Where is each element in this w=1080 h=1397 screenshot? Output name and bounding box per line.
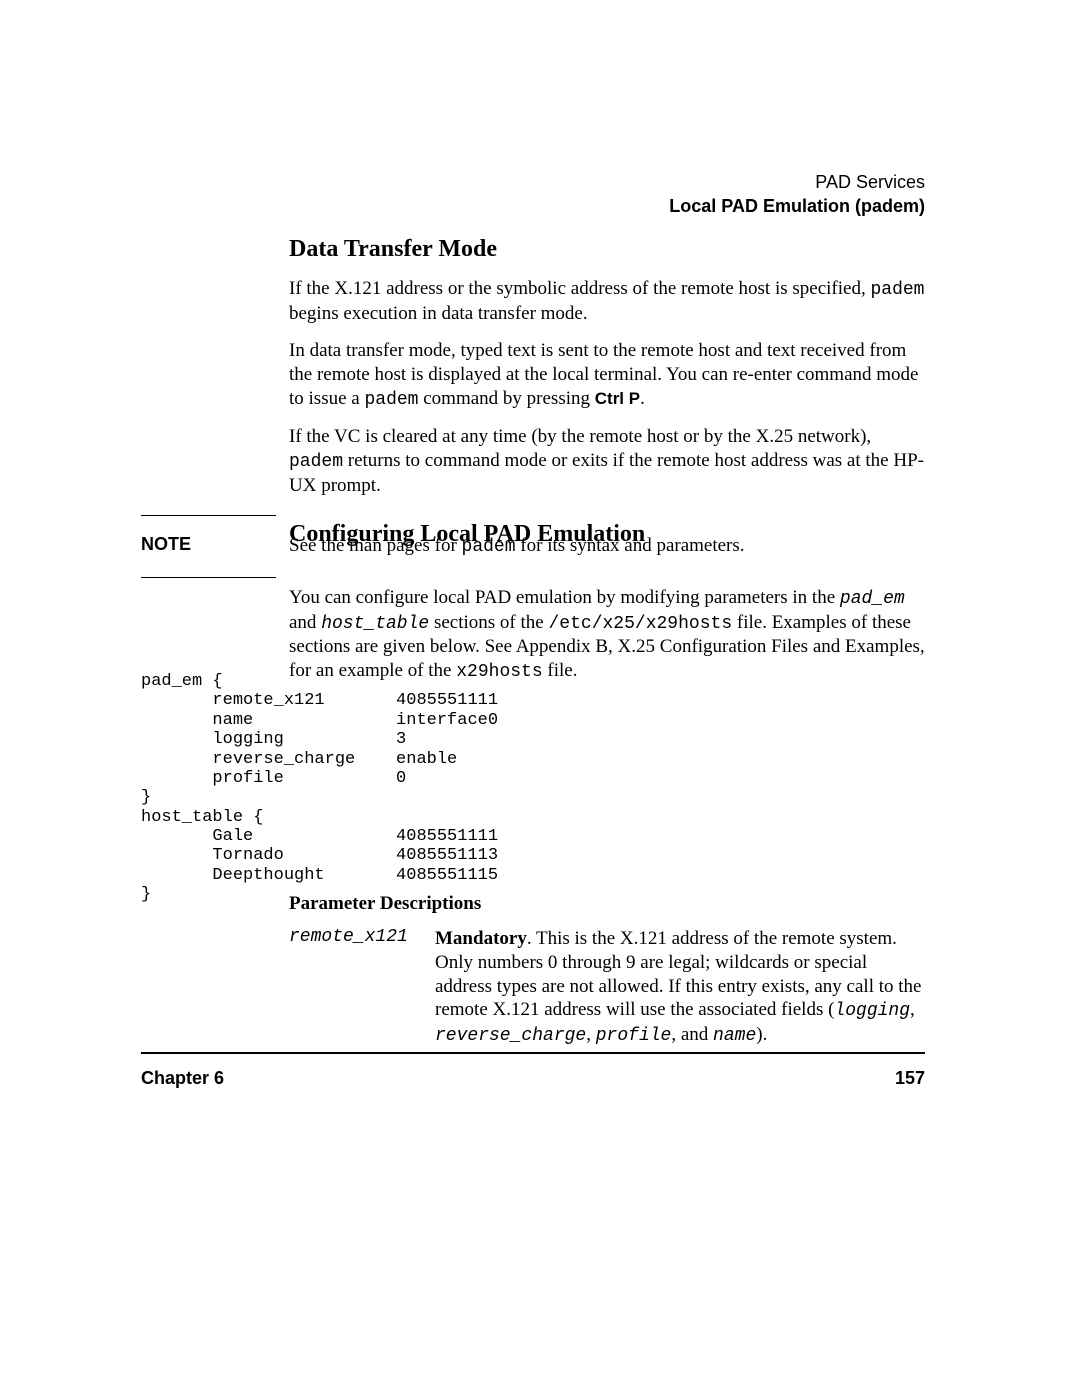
- note-rule-bottom: [141, 577, 276, 578]
- after-code: Parameter Descriptions remote_x121 Manda…: [289, 893, 925, 1047]
- param-row: remote_x121 Mandatory. This is the X.121…: [289, 927, 925, 1047]
- text: sections of the: [429, 612, 548, 633]
- text: , and: [671, 1024, 713, 1045]
- paragraph-4: You can configure local PAD emulation by…: [289, 586, 925, 683]
- inline-code-ital: profile: [596, 1026, 672, 1046]
- inline-code-ital: logging: [834, 1001, 910, 1021]
- text: You can configure local PAD emulation by…: [289, 587, 840, 608]
- inline-code: padem: [870, 280, 924, 300]
- running-header: PAD Services Local PAD Emulation (padem): [669, 170, 925, 219]
- note-label: NOTE: [141, 534, 289, 555]
- heading-data-transfer: Data Transfer Mode: [289, 236, 925, 263]
- paragraph-3: If the VC is cleared at any time (by the…: [289, 425, 925, 497]
- text: ,: [586, 1024, 596, 1045]
- inline-code: padem: [289, 452, 343, 472]
- param-description: Mandatory. This is the X.121 address of …: [435, 927, 925, 1047]
- text: begins execution in data transfer mode.: [289, 303, 588, 324]
- text: .: [640, 388, 645, 409]
- note-row: NOTE See the man pages for padem for its…: [141, 534, 925, 559]
- inline-code-ital: reverse_charge: [435, 1026, 586, 1046]
- text: returns to command mode or exits if the …: [289, 450, 924, 496]
- header-section: PAD Services: [669, 170, 925, 194]
- inline-code-ital: host_table: [321, 614, 429, 634]
- header-subsection: Local PAD Emulation (padem): [669, 194, 925, 218]
- footer-page-number: 157: [895, 1068, 925, 1089]
- param-name: remote_x121: [289, 927, 413, 947]
- text: ,: [910, 999, 915, 1020]
- inline-code: padem: [364, 390, 418, 410]
- code-listing: pad_em { remote_x121 4085551111 name int…: [141, 672, 498, 905]
- param-mandatory: Mandatory: [435, 928, 527, 949]
- inline-code: /etc/x25/x29hosts: [548, 614, 732, 634]
- text: If the VC is cleared at any time (by the…: [289, 426, 871, 447]
- inline-code-ital: pad_em: [840, 589, 905, 609]
- page: PAD Services Local PAD Emulation (padem)…: [0, 0, 1080, 1397]
- text: See the man pages for: [289, 535, 462, 556]
- body-column: Data Transfer Mode If the X.121 address …: [289, 236, 925, 562]
- footer-rule: [141, 1052, 925, 1054]
- keystroke: Ctrl P: [595, 389, 640, 408]
- inline-code: padem: [462, 537, 516, 557]
- note-block: NOTE See the man pages for padem for its…: [141, 515, 925, 578]
- text: If the X.121 address or the symbolic add…: [289, 278, 870, 299]
- footer: Chapter 6 157: [141, 1068, 925, 1089]
- inline-code-ital: name: [713, 1026, 756, 1046]
- text: ).: [756, 1024, 767, 1045]
- note-text: See the man pages for padem for its synt…: [289, 534, 745, 559]
- paragraph-2: In data transfer mode, typed text is sen…: [289, 339, 925, 411]
- note-rule-top: [141, 515, 276, 516]
- text: command by pressing: [418, 388, 594, 409]
- paragraph-1: If the X.121 address or the symbolic add…: [289, 277, 925, 325]
- text: for its syntax and parameters.: [516, 535, 745, 556]
- text: and: [289, 612, 321, 633]
- heading-parameter-descriptions: Parameter Descriptions: [289, 893, 925, 915]
- footer-chapter: Chapter 6: [141, 1068, 224, 1089]
- text: file.: [543, 660, 578, 681]
